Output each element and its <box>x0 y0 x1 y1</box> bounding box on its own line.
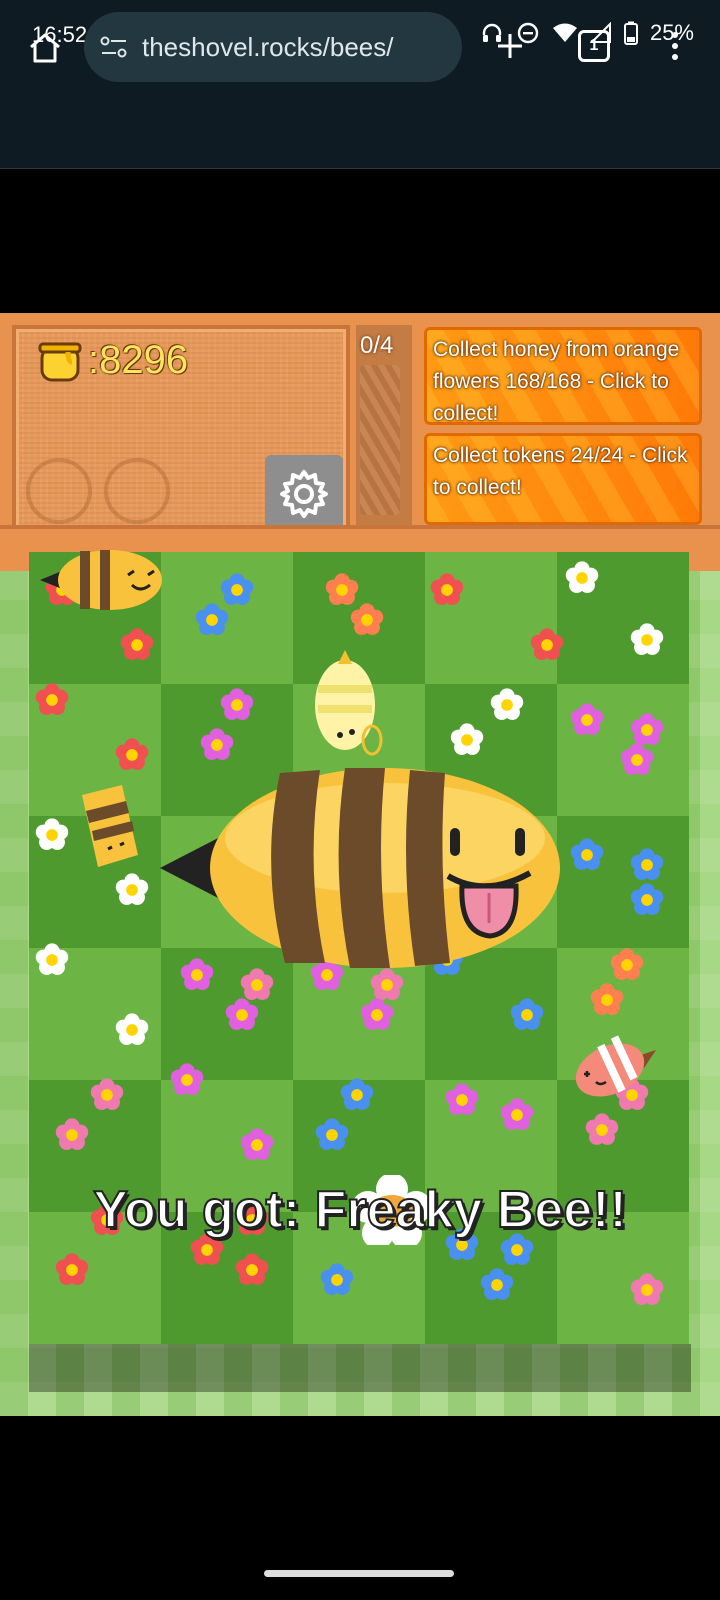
flower[interactable] <box>319 1262 355 1298</box>
flower[interactable] <box>234 1252 270 1288</box>
url-text: theshovel.rocks/bees/ <box>142 31 394 62</box>
flower[interactable] <box>429 572 465 608</box>
flower[interactable] <box>119 627 155 663</box>
flower[interactable] <box>314 1117 350 1153</box>
flower[interactable] <box>89 1077 125 1113</box>
honey-counter: :8296 <box>38 338 188 383</box>
flower[interactable] <box>239 1127 275 1163</box>
cube-bee <box>82 785 138 867</box>
flower[interactable] <box>619 742 655 778</box>
flower[interactable] <box>219 687 255 723</box>
angel-bee <box>315 650 383 756</box>
quest-tokens[interactable]: Collect tokens 24/24 - Click to collect! <box>424 433 702 525</box>
field-edge-shadow <box>29 1344 691 1392</box>
browser-toolbar <box>0 72 720 169</box>
flower[interactable] <box>509 997 545 1033</box>
flower[interactable] <box>114 1012 150 1048</box>
freaky-bee <box>160 768 560 968</box>
flower[interactable] <box>529 627 565 663</box>
more-vert-icon[interactable] <box>660 26 690 66</box>
flower[interactable] <box>609 947 645 983</box>
flower[interactable] <box>629 622 665 658</box>
flower[interactable] <box>499 1097 535 1133</box>
flower[interactable] <box>489 687 525 723</box>
flower[interactable] <box>339 1077 375 1113</box>
flower[interactable] <box>114 737 150 773</box>
flower[interactable] <box>564 560 600 596</box>
flower[interactable] <box>629 1272 665 1308</box>
flower[interactable] <box>34 817 70 853</box>
flower[interactable] <box>589 982 625 1018</box>
gear-icon <box>280 470 328 518</box>
red-bee <box>575 1035 656 1097</box>
new-tab-button[interactable] <box>488 24 532 68</box>
flower[interactable] <box>194 602 230 638</box>
flower[interactable] <box>479 1267 515 1303</box>
settings-button[interactable] <box>265 455 343 533</box>
flower[interactable] <box>449 722 485 758</box>
flower[interactable] <box>54 1117 90 1153</box>
honey-amount: :8296 <box>88 338 189 382</box>
flower[interactable] <box>349 602 385 638</box>
worker-bee <box>40 550 162 610</box>
tab-switcher-button[interactable]: 1 <box>574 26 614 66</box>
home-icon <box>30 33 60 63</box>
flower[interactable] <box>629 847 665 883</box>
gesture-home-indicator[interactable] <box>264 1570 454 1577</box>
honey-pot-icon <box>38 342 82 381</box>
flower[interactable] <box>629 882 665 918</box>
flower[interactable] <box>569 837 605 873</box>
tune-icon[interactable] <box>100 36 128 58</box>
flower[interactable] <box>34 682 70 718</box>
flower[interactable] <box>169 1062 205 1098</box>
tab-count: 1 <box>578 30 610 62</box>
home-button[interactable] <box>22 25 68 71</box>
quest-panel: Collect honey from orange flowers 168/16… <box>424 325 710 525</box>
token-slot <box>104 458 170 524</box>
quest-counter: 0/4 <box>360 332 394 359</box>
flower[interactable] <box>584 1112 620 1148</box>
token-slot <box>26 458 92 524</box>
flower[interactable] <box>444 1082 480 1118</box>
flower[interactable] <box>569 702 605 738</box>
flower[interactable] <box>114 872 150 908</box>
flower[interactable] <box>54 1252 90 1288</box>
flower[interactable] <box>359 997 395 1033</box>
url-bar[interactable]: theshovel.rocks/bees/ <box>84 12 462 82</box>
flower[interactable] <box>34 942 70 978</box>
battery-icon <box>623 21 638 45</box>
flower[interactable] <box>224 997 260 1033</box>
quest-honey-orange[interactable]: Collect honey from orange flowers 168/16… <box>424 327 702 425</box>
plus-icon <box>498 34 522 58</box>
result-message: You got: Freaky Bee!! <box>92 1180 628 1240</box>
grass-tile[interactable] <box>557 816 689 948</box>
